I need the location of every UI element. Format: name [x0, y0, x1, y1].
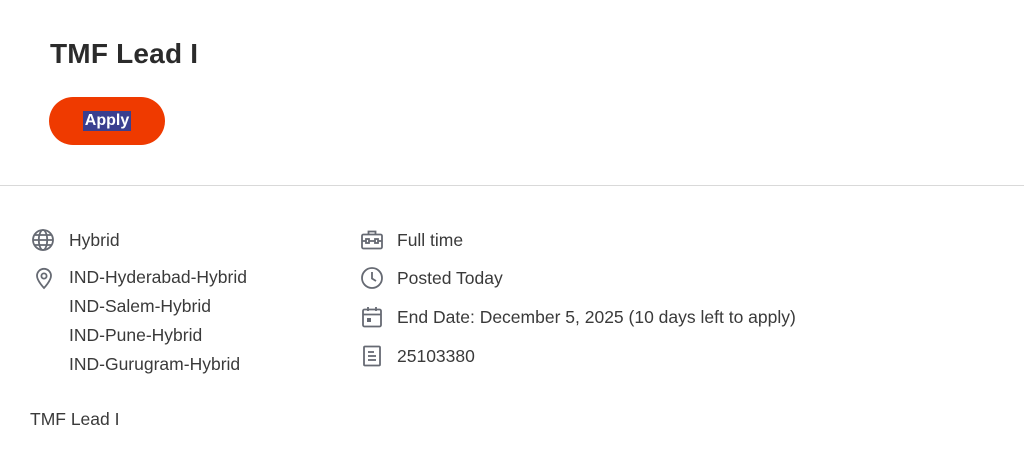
location-item: IND-Pune-Hybrid	[69, 325, 203, 345]
globe-icon	[31, 228, 55, 252]
clock-icon	[360, 266, 384, 290]
remote-type-text: Hybrid	[69, 230, 120, 250]
calendar-icon	[360, 305, 384, 329]
document-icon	[360, 344, 384, 368]
posted-date-text: Posted Today	[397, 268, 503, 288]
job-posting-page: TMF Lead I Apply Hybrid IND-Hyderabad-Hy…	[0, 0, 1024, 450]
apply-button[interactable]: Apply	[49, 97, 165, 145]
job-title: TMF Lead I	[50, 38, 199, 69]
time-type-text: Full time	[397, 230, 464, 250]
location-item: IND-Hyderabad-Hybrid	[69, 267, 247, 287]
header-divider	[0, 185, 1024, 186]
briefcase-icon	[360, 228, 384, 252]
location-pin-icon	[32, 266, 56, 290]
location-item: IND-Salem-Hybrid	[69, 296, 211, 316]
apply-button-label: Apply	[82, 111, 132, 131]
job-id-text: 25103380	[397, 346, 475, 366]
location-list: IND-Hyderabad-Hybrid IND-Salem-Hybrid IN…	[69, 263, 247, 379]
location-item: IND-Gurugram-Hybrid	[69, 354, 241, 374]
job-description: TMF Lead I	[30, 409, 120, 429]
end-date-text: End Date: December 5, 2025 (10 days left…	[397, 307, 796, 327]
